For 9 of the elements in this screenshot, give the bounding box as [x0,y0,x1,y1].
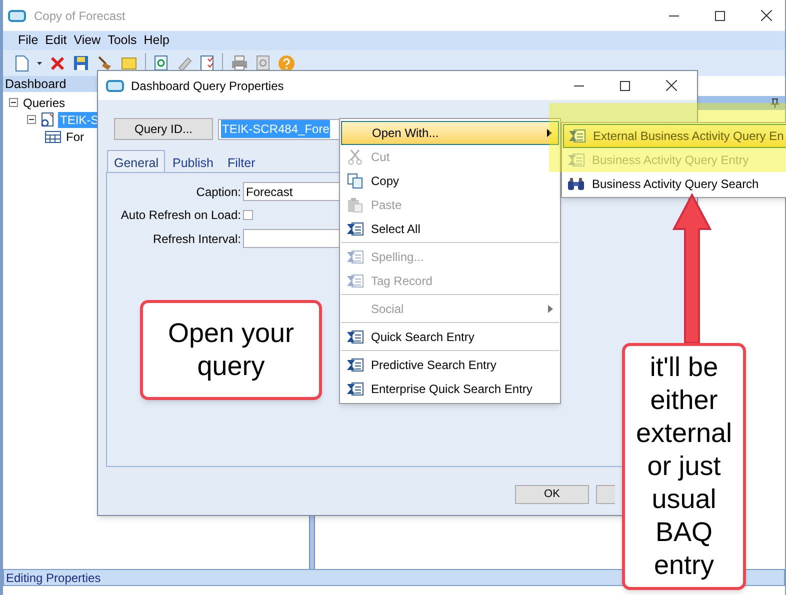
window-title: Copy of Forecast [34,8,126,24]
callout-text: Open your query [166,317,296,383]
caption-label: Caption: [195,184,242,200]
dialog-title: Dashboard Query Properties [131,78,285,94]
callout-text: it'll be either external or just usual BAQ entry [634,351,734,582]
auto-refresh-label: Auto Refresh on Load: [120,207,242,224]
refresh-interval-label: Refresh Interval: [152,230,242,248]
status-text: Editing Properties [6,570,101,586]
panel-title: Dashboard [5,76,66,93]
